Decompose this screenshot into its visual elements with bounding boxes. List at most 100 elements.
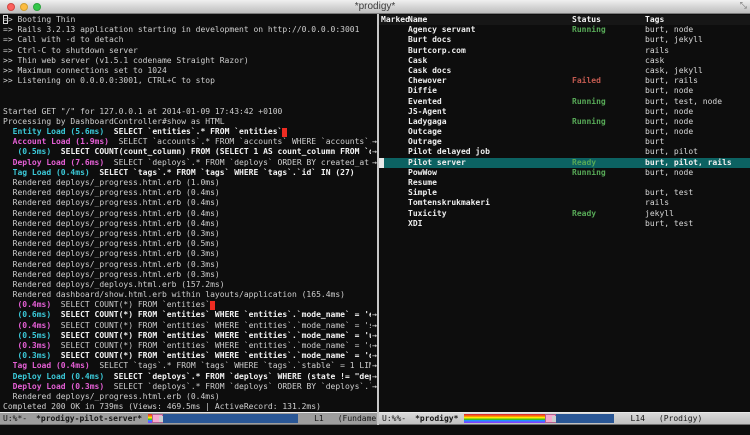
service-tags: cask <box>645 56 750 66</box>
service-row[interactable]: PowWowRunningburt, node <box>379 168 750 178</box>
log-line: (0.5ms) SELECT COUNT(count_column) FROM … <box>3 147 377 157</box>
log-line: (0.3ms) SELECT COUNT(*) FROM `entities` … <box>3 351 377 361</box>
log-line: Rendered deploys/_progress.html.erb (0.4… <box>3 209 377 219</box>
service-tags: burt, rails <box>645 76 750 86</box>
log-line: => Booting Thin <box>3 15 377 25</box>
emacs-frame: => Booting Thin=> Rails 3.2.13 applicati… <box>0 14 750 425</box>
echo-area[interactable] <box>0 425 750 435</box>
log-line: >> Thin web server (v1.5.1 codename Stra… <box>3 56 377 66</box>
service-name: Burt docs <box>408 35 572 45</box>
service-row[interactable]: TuxicityReadyjekyll <box>379 209 750 219</box>
log-line: Deploy Load (0.3ms) SELECT `deploys`.* F… <box>3 382 377 392</box>
service-marked <box>381 107 408 117</box>
column-header-marked: Marked <box>381 15 408 25</box>
service-status: Ready <box>572 209 645 219</box>
service-row[interactable]: Outcageburt, node <box>379 127 750 137</box>
service-row[interactable]: JS-Agentburt, node <box>379 107 750 117</box>
service-status: Failed <box>572 76 645 86</box>
column-header-status: Status <box>572 15 645 25</box>
service-status <box>572 86 645 96</box>
service-row[interactable]: Agency servantRunningburt, node <box>379 25 750 35</box>
major-mode: (Prodigy) <box>659 413 702 425</box>
log-line: Rendered deploys/_progress.html.erb (0.4… <box>3 188 377 198</box>
log-line: Completed 200 OK in 739ms (Views: 469.5m… <box>3 402 377 412</box>
server-log-buffer[interactable]: => Booting Thin=> Rails 3.2.13 applicati… <box>0 14 377 412</box>
service-row[interactable]: Simpleburt, test <box>379 188 750 198</box>
service-status <box>572 147 645 157</box>
service-tags: burt, node <box>645 117 750 127</box>
log-line <box>3 97 377 107</box>
service-status <box>572 219 645 229</box>
service-name: Chewover <box>408 76 572 86</box>
log-line: >> Maximum connections set to 1024 <box>3 66 377 76</box>
service-name: Agency servant <box>408 25 572 35</box>
service-row[interactable]: Burtcorp.comrails <box>379 46 750 56</box>
service-tags: burt, node <box>645 86 750 96</box>
log-line: >> Listening on 0.0.0.0:3001, CTRL+C to … <box>3 76 377 86</box>
service-row[interactable]: LadygagaRunningburt, node <box>379 117 750 127</box>
major-mode: (Fundamental) <box>338 413 377 425</box>
service-name: Cask <box>408 56 572 66</box>
service-tags: jekyll <box>645 209 750 219</box>
log-line: => Ctrl-C to shutdown server <box>3 46 377 56</box>
service-row[interactable]: Tomtenskrukmakerirails <box>379 198 750 208</box>
column-header-tags: Tags <box>645 15 750 25</box>
service-marked <box>381 209 408 219</box>
service-marked <box>381 25 408 35</box>
service-row[interactable]: Cask cask <box>379 56 750 66</box>
service-marked <box>381 35 408 45</box>
log-line: Rendered deploys/_progress.html.erb (0.3… <box>3 270 377 280</box>
service-status <box>572 46 645 56</box>
service-row[interactable]: XDIburt, test <box>379 219 750 229</box>
service-list: Agency servantRunningburt, nodeBurt docs… <box>379 25 750 229</box>
column-header-name: Name <box>408 15 572 25</box>
modeline-left[interactable]: U:%*- *prodigy-pilot-server* L1 (Fundame… <box>0 412 377 425</box>
service-row[interactable]: Cask docscask, jekyll <box>379 66 750 76</box>
service-status <box>572 188 645 198</box>
service-row[interactable]: EventedRunningburt, test, node <box>379 97 750 107</box>
service-tags: cask, jekyll <box>645 66 750 76</box>
service-name: Burtcorp.com <box>408 46 572 56</box>
service-tags: burt <box>645 137 750 147</box>
log-line: Account Load (1.9ms) SELECT `accounts`.*… <box>3 137 377 147</box>
service-tags: burt, node <box>645 25 750 35</box>
nyan-rainbow <box>464 414 545 423</box>
log-line: Tag Load (0.4ms) SELECT `tags`.* FROM `t… <box>3 361 377 371</box>
service-row[interactable]: Pilot serverReadyburt, pilot, rails <box>379 158 750 168</box>
prodigy-buffer[interactable]: Marked Name Status Tags Agency servantRu… <box>379 14 750 412</box>
service-row[interactable]: Diffieburt, node <box>379 86 750 96</box>
service-marked <box>381 219 408 229</box>
service-marked <box>381 76 408 86</box>
service-row[interactable]: Pilot delayed jobburt, pilot <box>379 147 750 157</box>
service-marked <box>381 66 408 76</box>
service-name: XDI <box>408 219 572 229</box>
log-line: Rendered deploys/_progress.html.erb (0.4… <box>3 198 377 208</box>
service-status: Running <box>572 117 645 127</box>
service-tags: burt, node <box>645 127 750 137</box>
resize-icon[interactable]: ⤡ <box>740 1 747 11</box>
log-line: Rendered deploys/_progress.html.erb (0.5… <box>3 239 377 249</box>
service-marked <box>381 158 408 168</box>
nyan-bar-remainder <box>556 414 614 423</box>
service-name: JS-Agent <box>408 107 572 117</box>
buffer-name: *prodigy* <box>415 413 458 425</box>
modeline-right[interactable]: U:%%- *prodigy* L14 (Prodigy) <box>379 412 750 425</box>
service-status: Running <box>572 168 645 178</box>
service-status <box>572 198 645 208</box>
service-name: Evented <box>408 97 572 107</box>
service-row[interactable]: Burt docsburt, jekyll <box>379 35 750 45</box>
log-line: Started GET "/" for 127.0.0.1 at 2014-01… <box>3 107 377 117</box>
log-line: Processing by DashboardController#show a… <box>3 117 377 127</box>
service-row[interactable]: ChewoverFailedburt, rails <box>379 76 750 86</box>
titlebar[interactable]: *prodigy* ⤡ <box>0 0 750 14</box>
service-row[interactable]: Outrageburt <box>379 137 750 147</box>
service-tags <box>645 178 750 188</box>
log-line: Rendered deploys/_progress.html.erb (0.3… <box>3 249 377 259</box>
nyan-progress-bar <box>464 414 614 423</box>
log-line: (0.5ms) SELECT COUNT(*) FROM `entities` … <box>3 331 377 341</box>
service-name: Resume <box>408 178 572 188</box>
service-row[interactable]: Resume <box>379 178 750 188</box>
service-status <box>572 137 645 147</box>
service-tags: burt, test, node <box>645 97 750 107</box>
log-line: Rendered deploys/_progress.html.erb (0.4… <box>3 392 377 402</box>
